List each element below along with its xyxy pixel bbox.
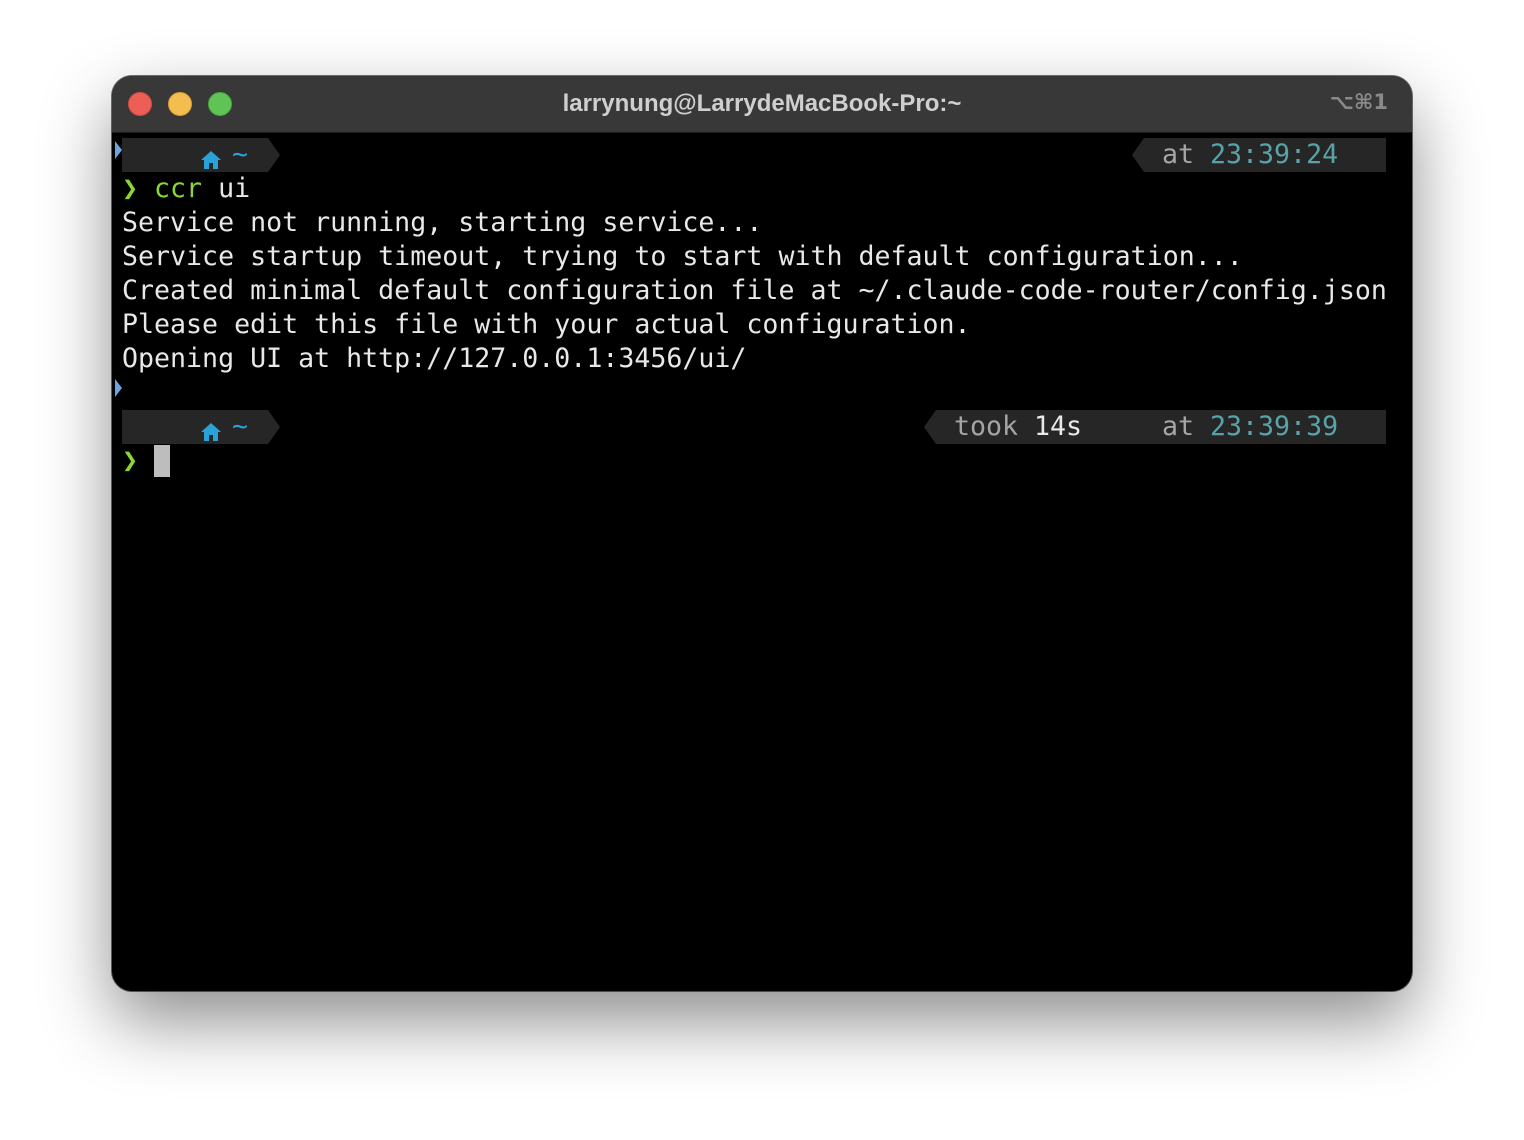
- output-line: Created minimal default configuration fi…: [122, 275, 1387, 306]
- time-prefix: at: [1162, 139, 1195, 170]
- prompt-left-segment: ~: [122, 410, 280, 444]
- prompt-right-segment: took 14s at 23:39:39: [924, 410, 1386, 444]
- window-title: larrynung@LarrydeMacBook-Pro:~: [562, 90, 962, 117]
- terminal-window: larrynung@LarrydeMacBook-Pro:~ ⌥⌘1 ~ at …: [112, 76, 1412, 991]
- path-text: ~: [232, 139, 249, 170]
- prompt-marker: [115, 379, 122, 397]
- timestamp: 23:39:24: [1210, 139, 1339, 170]
- home-icon: [200, 417, 222, 444]
- timestamp: 23:39:39: [1210, 411, 1339, 442]
- prompt-symbol: ❯: [122, 445, 139, 476]
- path-text: ~: [232, 411, 249, 442]
- clock-icon: [1352, 417, 1386, 444]
- duration: 14s: [1034, 411, 1083, 442]
- output-line: Please edit this file with your actual c…: [122, 309, 971, 340]
- command-name: ccr: [154, 173, 203, 204]
- text-cursor: [154, 445, 170, 477]
- prompt-right-segment: at 23:39:24: [1132, 138, 1386, 172]
- output-line: Service not running, starting service...: [122, 207, 763, 238]
- time-prefix: at: [1162, 411, 1195, 442]
- prompt-marker: [115, 141, 122, 159]
- clock-icon: [1352, 145, 1386, 172]
- output-line: Service startup timeout, trying to start…: [122, 241, 1243, 272]
- output-line: Opening UI at http://127.0.0.1:3456/ui/: [122, 343, 747, 374]
- took-prefix: took: [954, 411, 1019, 442]
- prompt-symbol: ❯: [122, 173, 139, 204]
- prompt-left-segment: ~: [122, 138, 280, 172]
- command-arg: ui: [218, 173, 251, 204]
- window-shortcut: ⌥⌘1: [1329, 90, 1388, 114]
- terminal-content[interactable]: ~ at 23:39:24 ❯ ccr ui Service not runni…: [112, 133, 1412, 991]
- command-line: ❯ ccr ui: [122, 172, 250, 206]
- title-bar: larrynung@LarrydeMacBook-Pro:~ ⌥⌘1: [112, 76, 1412, 133]
